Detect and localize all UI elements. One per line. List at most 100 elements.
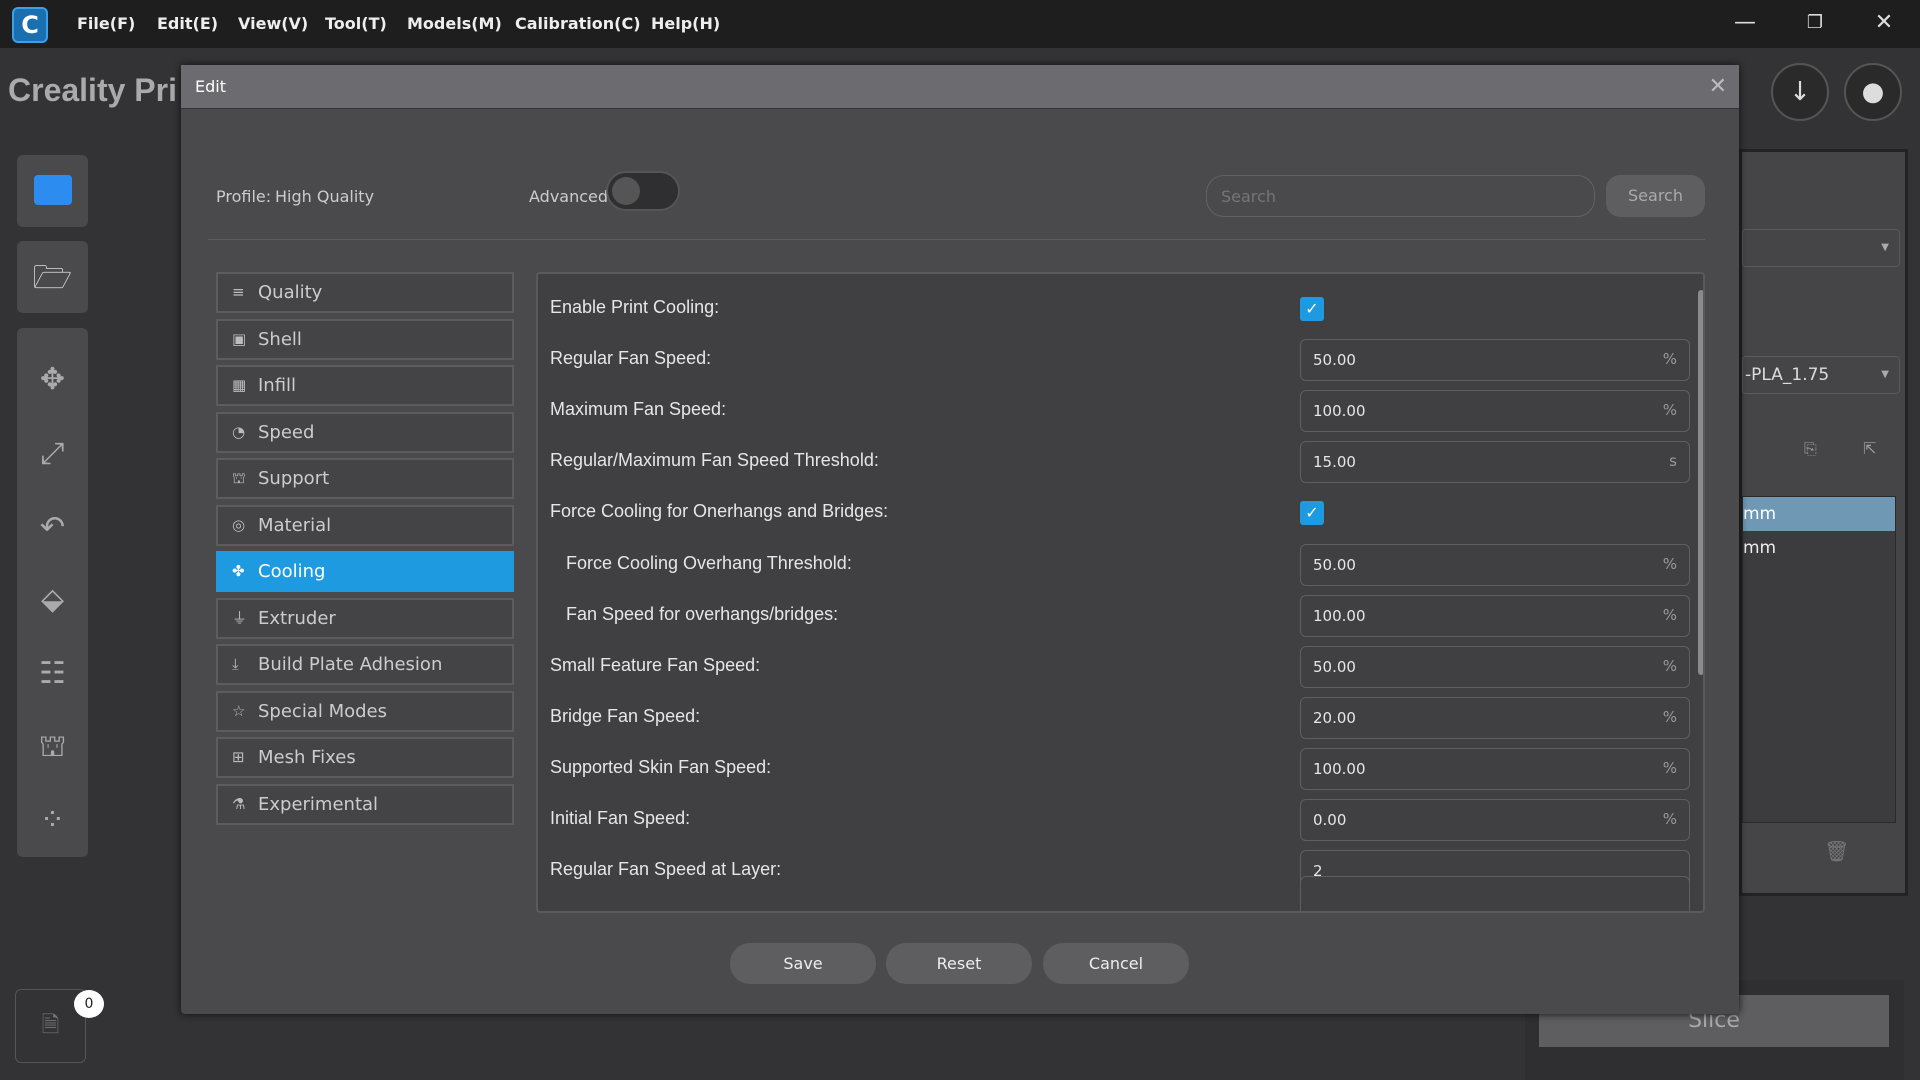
model-library-button[interactable] bbox=[17, 155, 88, 227]
category-shell[interactable]: ▣ Shell bbox=[216, 318, 514, 360]
scrollbar[interactable] bbox=[1698, 290, 1703, 675]
export-icon[interactable]: ⇱ bbox=[1863, 439, 1876, 458]
printer-dropdown[interactable]: ▼ bbox=[1742, 229, 1900, 267]
right-settings-panel: ▼ -PLA_1.75 ▼ ⎘ ⇱ mm mm 🗑 bbox=[1739, 149, 1908, 896]
reset-button[interactable]: Reset bbox=[886, 943, 1032, 984]
setting-unit: % bbox=[1662, 401, 1677, 420]
scale-icon[interactable]: ⤢ bbox=[17, 436, 88, 471]
setting-row: Enable Print Cooling: ✓ bbox=[538, 284, 1688, 335]
list-item[interactable]: mm bbox=[1743, 497, 1895, 531]
material-dropdown[interactable]: -PLA_1.75 ▼ bbox=[1742, 356, 1900, 394]
move-icon[interactable]: ✥ bbox=[17, 362, 88, 397]
material-icon: ◎ bbox=[232, 515, 246, 534]
mesh-fixes-icon: ⊞ bbox=[232, 748, 245, 766]
setting-value: 100.00 bbox=[1313, 606, 1366, 625]
category-mesh-fixes[interactable]: ⊞ Mesh Fixes bbox=[216, 737, 514, 778]
cancel-button[interactable]: Cancel bbox=[1043, 943, 1189, 984]
cube-icon bbox=[34, 175, 72, 205]
category-label: Quality bbox=[258, 282, 323, 303]
category-quality[interactable]: ≡ Quality bbox=[216, 272, 514, 313]
advanced-toggle[interactable] bbox=[606, 171, 680, 211]
setting-input[interactable]: 100.00% bbox=[1300, 390, 1690, 433]
setting-input[interactable]: 100.00% bbox=[1300, 594, 1690, 637]
user-icon[interactable]: ● bbox=[1844, 63, 1902, 121]
arrange-icon[interactable]: ⁘ bbox=[17, 803, 88, 838]
search-button[interactable]: Search bbox=[1606, 175, 1705, 217]
advanced-label: Advanced bbox=[529, 187, 609, 206]
menu-edit[interactable]: Edit(E) bbox=[157, 14, 218, 33]
setting-value: 100.00 bbox=[1313, 402, 1366, 421]
setting-unit: % bbox=[1662, 810, 1677, 828]
list-icon[interactable]: ☷ bbox=[17, 656, 88, 691]
category-special-modes[interactable]: ☆ Special Modes bbox=[216, 690, 514, 732]
setting-checkbox[interactable]: ✓ bbox=[1300, 501, 1324, 526]
quality-icon: ≡ bbox=[232, 283, 245, 301]
setting-input[interactable]: 50.00% bbox=[1300, 543, 1690, 586]
profile-value: High Quality bbox=[275, 187, 375, 206]
open-file-button[interactable]: 🗁 bbox=[17, 241, 88, 313]
edit-dialog: Edit ✕ Profile: High Quality Advanced Sea… bbox=[181, 65, 1739, 1014]
setting-row: Maximum Fan Speed: 100.00% bbox=[538, 386, 1690, 437]
download-icon[interactable]: ↓ bbox=[1771, 63, 1829, 121]
menu-view[interactable]: View(V) bbox=[238, 14, 308, 33]
setting-value: 50.00 bbox=[1313, 657, 1356, 676]
list-item[interactable]: mm bbox=[1743, 531, 1895, 565]
setting-value: 50.00 bbox=[1313, 351, 1356, 370]
setting-value: 50.00 bbox=[1313, 555, 1356, 574]
experimental-icon: ⚗ bbox=[232, 794, 246, 813]
setting-label: Regular Fan Speed: bbox=[550, 348, 712, 369]
setting-input[interactable]: 50.00% bbox=[1300, 645, 1690, 688]
build-plate-adhesion-icon: ⤓ bbox=[232, 655, 239, 673]
lay-flat-icon[interactable]: ⬙ bbox=[17, 582, 88, 617]
category-infill[interactable]: ▦ Infill bbox=[216, 365, 514, 406]
menu-help[interactable]: Help(H) bbox=[651, 14, 720, 33]
menu-calibration[interactable]: Calibration(C) bbox=[515, 14, 641, 33]
menu-tool[interactable]: Tool(T) bbox=[325, 14, 387, 33]
trash-icon[interactable]: 🗑 bbox=[1824, 839, 1849, 863]
setting-input[interactable]: 0.00% bbox=[1300, 799, 1690, 841]
category-label: Experimental bbox=[258, 793, 379, 815]
menu-models[interactable]: Models(M) bbox=[407, 14, 502, 33]
cooling-icon: ✤ bbox=[232, 562, 245, 580]
shell-icon: ▣ bbox=[232, 329, 247, 348]
category-cooling[interactable]: ✤ Cooling bbox=[216, 551, 514, 592]
category-support[interactable]: ⛫ Support bbox=[216, 458, 514, 499]
setting-input[interactable]: 15.00 s bbox=[1300, 441, 1690, 484]
category-label: Infill bbox=[258, 375, 297, 396]
close-icon[interactable]: ✕ bbox=[1709, 65, 1727, 109]
category-label: Cooling bbox=[258, 561, 326, 582]
category-material[interactable]: ◎ Material bbox=[216, 504, 514, 546]
setting-value: 15.00 bbox=[1313, 453, 1356, 472]
setting-row: Bridge Fan Speed: 20.00% bbox=[538, 693, 1690, 744]
minimize-icon[interactable]: — bbox=[1725, 8, 1765, 38]
category-build-plate-adhesion[interactable]: ⤓ Build Plate Adhesion bbox=[216, 644, 514, 685]
category-speed[interactable]: ◔ Speed bbox=[216, 411, 514, 453]
profile-list: mm mm bbox=[1742, 496, 1896, 823]
rotate-icon[interactable]: ↶ bbox=[17, 510, 88, 545]
setting-label: Initial Fan Speed: bbox=[550, 808, 691, 828]
import-icon[interactable]: ⎘ bbox=[1804, 439, 1817, 459]
restore-icon[interactable]: ❐ bbox=[1795, 8, 1835, 38]
category-label: Extruder bbox=[258, 607, 336, 629]
setting-checkbox[interactable]: ✓ bbox=[1300, 297, 1324, 321]
search-input[interactable] bbox=[1206, 175, 1595, 217]
setting-label: Enable Print Cooling: bbox=[550, 297, 720, 317]
close-window-icon[interactable]: ✕ bbox=[1864, 8, 1904, 38]
setting-input[interactable] bbox=[1300, 876, 1690, 911]
save-button[interactable]: Save bbox=[730, 943, 876, 984]
setting-value: 100.00 bbox=[1313, 759, 1366, 778]
setting-input[interactable]: 50.00% bbox=[1300, 339, 1690, 382]
extruder-icon: ⏚ bbox=[232, 608, 248, 627]
profile-label: Profile: bbox=[216, 187, 272, 206]
category-experimental[interactable]: ⚗ Experimental bbox=[216, 783, 514, 825]
support-icon[interactable]: ⛫ bbox=[17, 729, 88, 768]
setting-label: Bridge Fan Speed: bbox=[550, 705, 701, 726]
setting-row-partial bbox=[538, 872, 1690, 911]
menu-file[interactable]: File(F) bbox=[77, 14, 135, 33]
job-count-badge: 0 bbox=[74, 990, 104, 1018]
material-value: -PLA_1.75 bbox=[1745, 365, 1830, 385]
menu-bar: C File(F) Edit(E) View(V) Tool(T) Models… bbox=[0, 0, 1920, 48]
setting-input[interactable]: 20.00% bbox=[1300, 696, 1690, 739]
setting-input[interactable]: 100.00% bbox=[1300, 747, 1690, 790]
category-extruder[interactable]: ⏚ Extruder bbox=[216, 597, 514, 639]
